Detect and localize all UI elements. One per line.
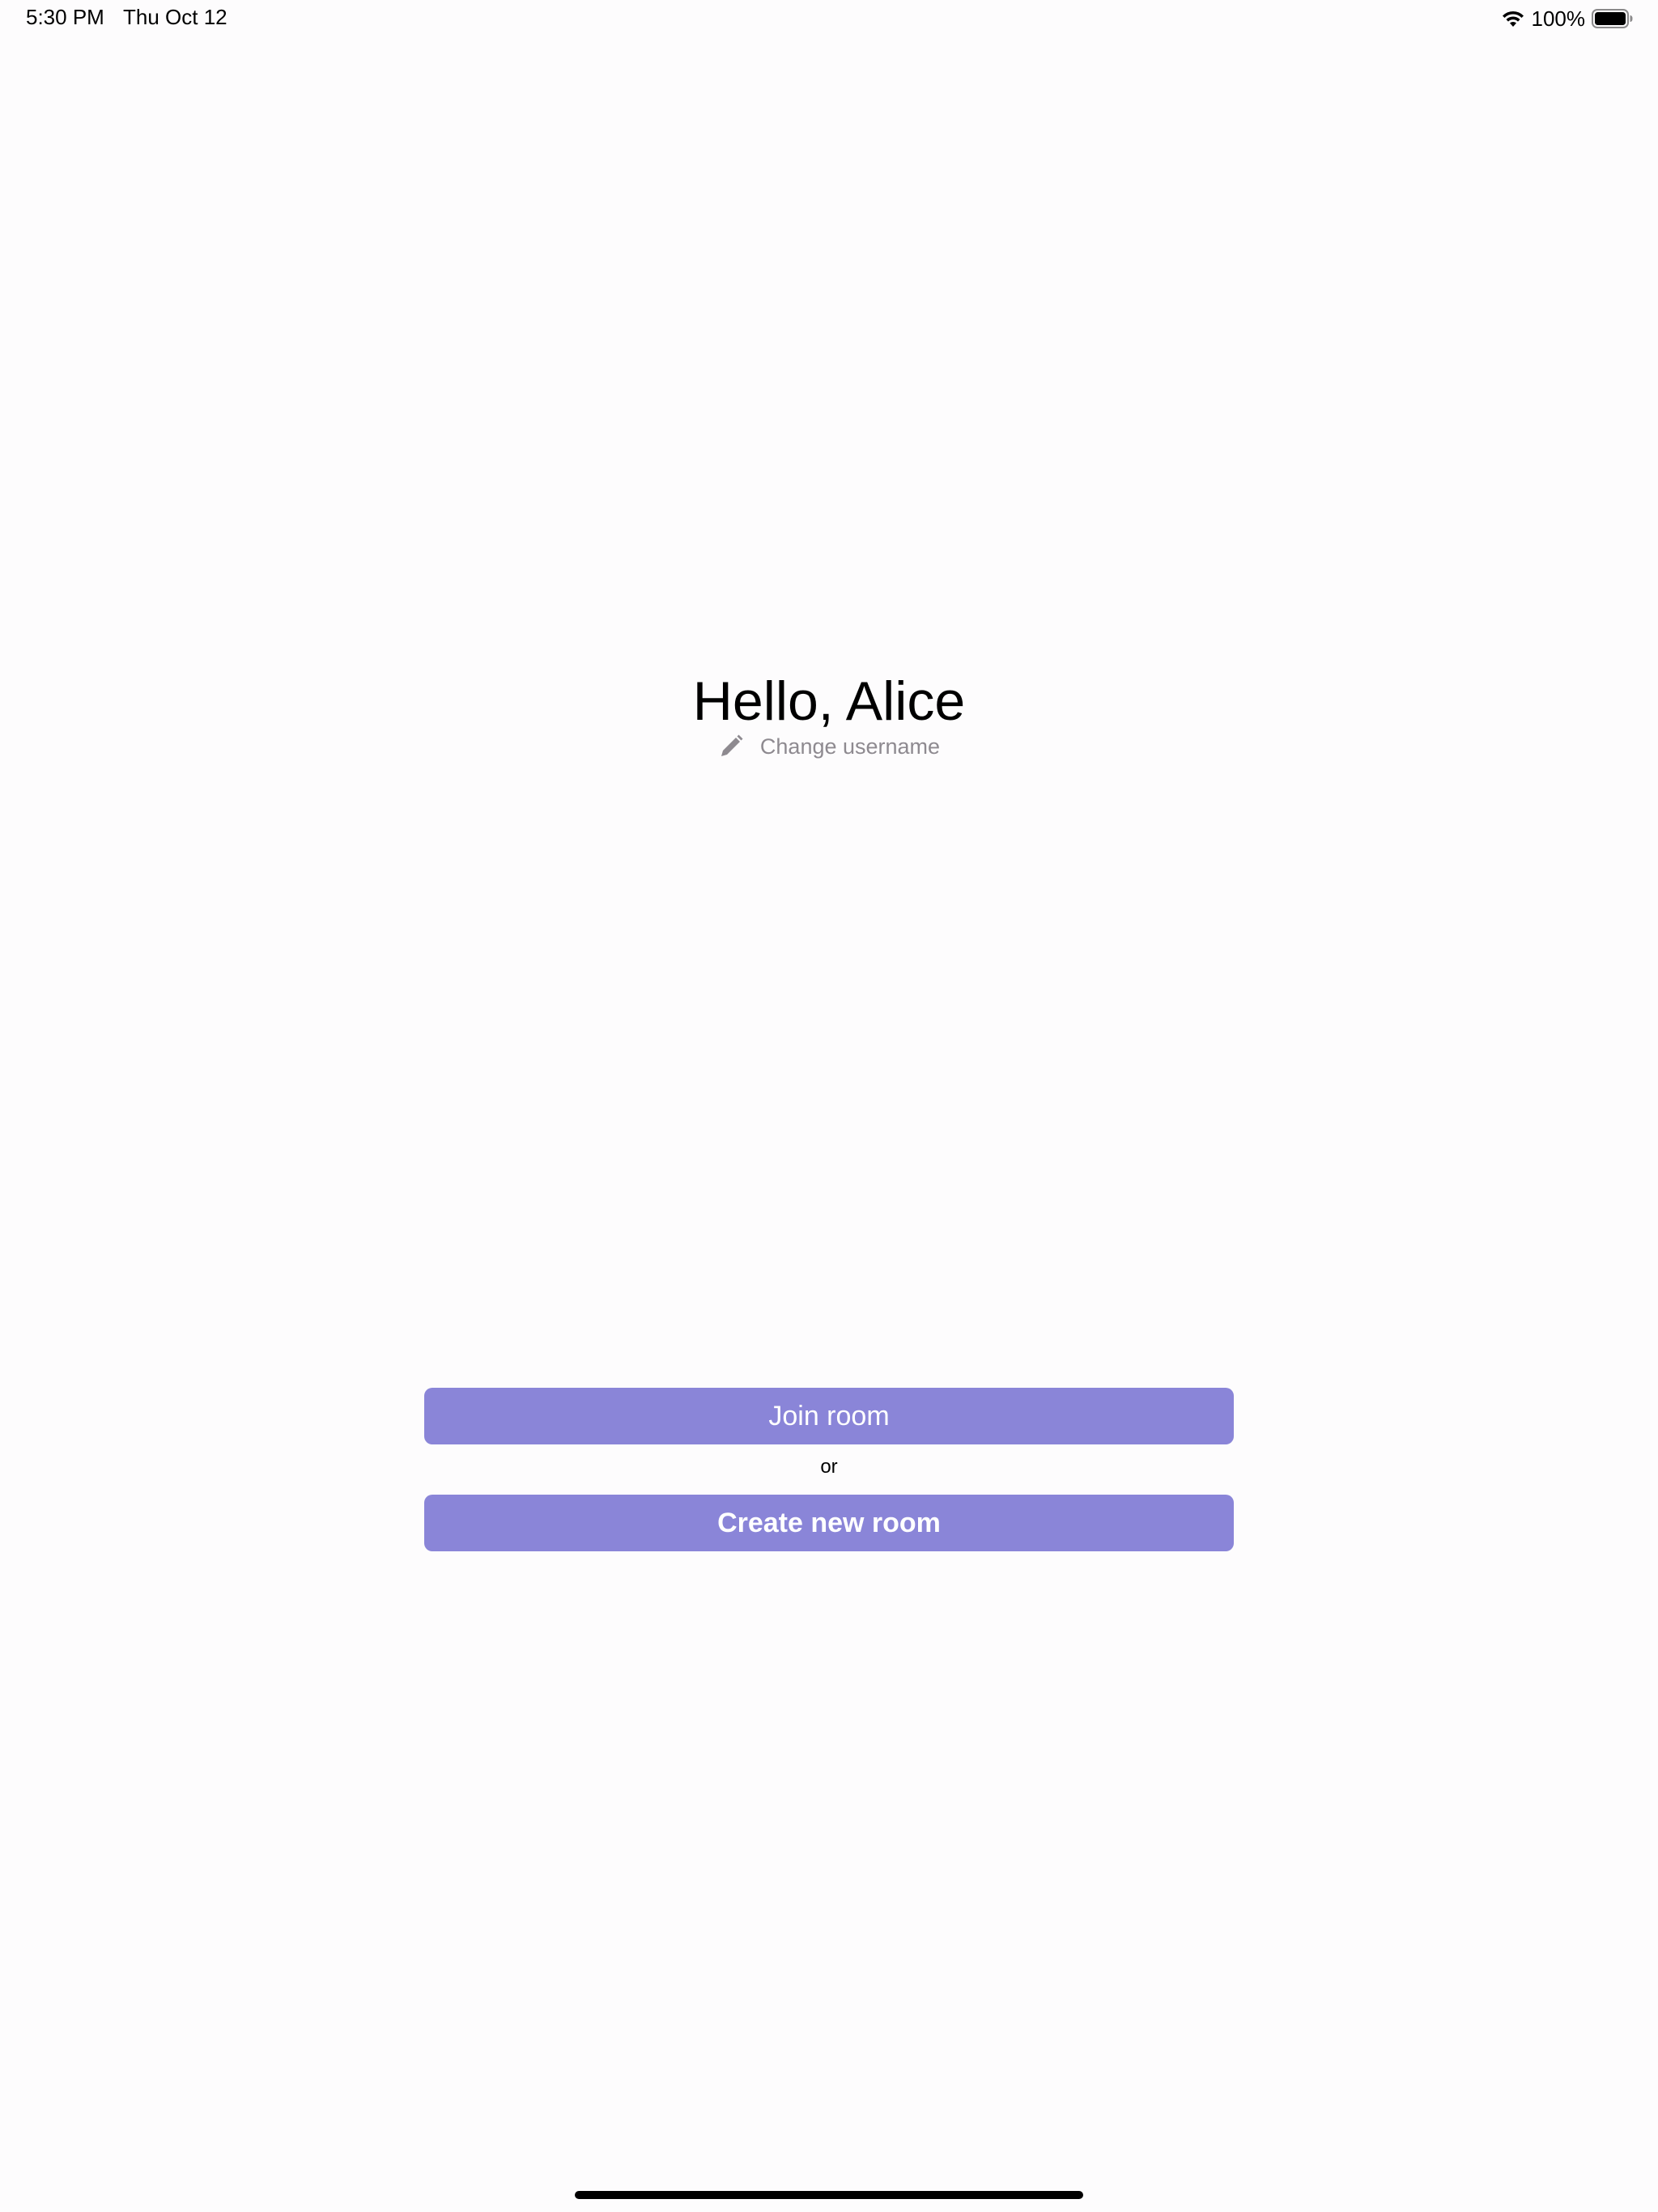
or-separator: or bbox=[820, 1456, 838, 1478]
battery-icon bbox=[1592, 8, 1634, 29]
create-new-room-button[interactable]: Create new room bbox=[424, 1495, 1234, 1551]
status-indicators: 100% bbox=[1501, 5, 1635, 32]
pencil-icon bbox=[718, 734, 744, 759]
change-username-link[interactable]: Change username bbox=[0, 734, 1658, 759]
greeting-title: Hello, Alice bbox=[692, 670, 966, 732]
status-time: 5:30 PM bbox=[26, 5, 104, 29]
status-bar: 5:30 PM Thu Oct 12 100% bbox=[0, 0, 1658, 39]
change-username-label: Change username bbox=[759, 734, 941, 759]
home-screen: 5:30 PM Thu Oct 12 100% Hello, Alice Cha… bbox=[0, 0, 1658, 2212]
battery-percentage: 100% bbox=[1531, 6, 1586, 31]
wifi-icon bbox=[1501, 9, 1525, 28]
join-room-button[interactable]: Join room bbox=[424, 1388, 1234, 1444]
home-indicator[interactable] bbox=[575, 2191, 1083, 2199]
status-date: Thu Oct 12 bbox=[123, 5, 227, 29]
